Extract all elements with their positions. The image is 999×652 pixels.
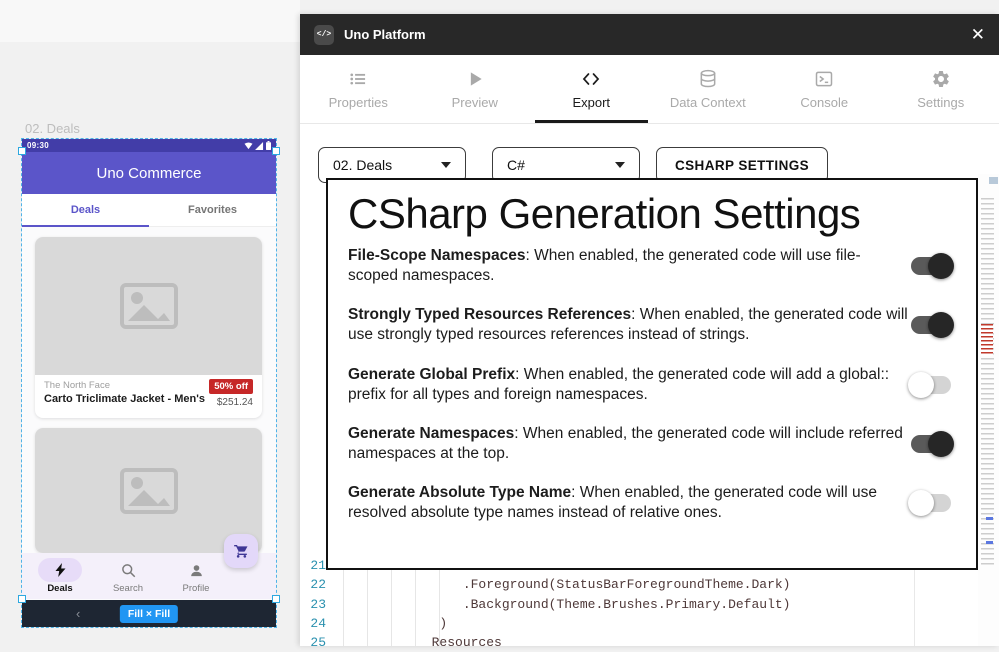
window-title-bar: </> Uno Platform ✕ [300,14,999,55]
battery-icon [266,141,271,150]
setting-row-file-scope-namespaces: File-Scope Namespaces: When enabled, the… [348,246,954,286]
uno-logo-icon: </> [314,25,334,45]
selection-handle-bottom-right[interactable] [272,595,280,603]
setting-row-generate-global-prefix: Generate Global Prefix: When enabled, th… [348,365,954,405]
product-image-placeholder [35,237,262,375]
selection-handle-bottom-left[interactable] [18,595,26,603]
minimap-mark-blue [986,541,993,544]
tab-console[interactable]: Console [766,55,883,123]
design-canvas: 02. Deals 09:30 Uno Commerce Deals Favor… [0,0,300,646]
close-icon[interactable]: ✕ [971,26,985,43]
database-icon [698,69,718,89]
phone-tab-bar: Deals Favorites [22,194,276,227]
toggle-generate-global-prefix[interactable] [908,372,954,398]
minimap-lines [981,198,994,566]
code-minimap[interactable] [978,174,999,646]
toggle-generate-absolute-type-name[interactable] [908,490,954,516]
image-placeholder-icon [120,283,178,329]
cart-icon [233,543,250,559]
tab-preview[interactable]: Preview [417,55,534,123]
nav-item-deals[interactable]: Deals [36,558,84,594]
selection-handle-top-right[interactable] [272,147,280,155]
csharp-settings-dialog: CSharp Generation Settings File-Scope Na… [326,178,978,570]
discount-badge: 50% off [209,379,253,394]
toggle-file-scope-namespaces[interactable] [908,253,954,279]
toggle-strongly-typed-resources[interactable] [908,312,954,338]
toggle-generate-namespaces[interactable] [908,431,954,457]
selection-handle-top-left[interactable] [18,147,26,155]
phone-preview[interactable]: 09:30 Uno Commerce Deals Favorites [22,139,276,627]
code-line: 22 .Foreground(StatusBarForegroundTheme.… [300,575,914,594]
setting-row-strongly-typed-resources: Strongly Typed Resources References: Whe… [348,305,954,345]
gear-icon [931,69,951,89]
nav-active-pill [38,558,82,582]
canvas-top-band [0,0,300,42]
minimap-slider[interactable] [989,177,998,184]
phone-app-title: Uno Commerce [96,165,201,182]
uno-platform-panel: </> Uno Platform ✕ Properties Preview Ex… [300,14,999,646]
back-chevron-icon[interactable]: ‹ [76,606,80,621]
nav-pill [174,558,218,582]
cart-fab[interactable] [224,534,258,568]
minimap-highlight-red [981,324,993,356]
bolt-icon [55,563,66,577]
code-icon [580,69,602,89]
phone-status-bar: 09:30 [22,139,276,152]
image-placeholder-icon [120,468,178,514]
play-icon [465,69,485,89]
nav-pill [106,558,150,582]
tab-properties[interactable]: Properties [300,55,417,123]
search-icon [121,563,136,578]
size-badge: Fill × Fill [120,605,178,623]
android-nav-bar: ‹ Fill × Fill [22,600,276,627]
terminal-icon [814,69,834,89]
status-time: 09:30 [27,141,49,150]
setting-row-generate-absolute-type-name: Generate Absolute Type Name: When enable… [348,483,954,523]
setting-row-generate-namespaces: Generate Namespaces: When enabled, the g… [348,424,954,464]
page-label[interactable]: 02. Deals [25,121,80,136]
tab-data-context[interactable]: Data Context [650,55,767,123]
tab-settings[interactable]: Settings [883,55,999,123]
code-line: 24 ) [300,614,914,633]
product-image-placeholder [35,428,262,553]
minimap-mark-blue [986,517,993,520]
wifi-icon [244,142,253,150]
chevron-down-icon [441,162,451,168]
phone-tab-favorites[interactable]: Favorites [149,194,276,226]
code-line: 23 .Background(Theme.Brushes.Primary.Def… [300,595,914,614]
phone-app-bar: Uno Commerce [22,152,276,194]
product-card[interactable] [35,428,262,553]
nav-item-profile[interactable]: Profile [172,558,220,594]
product-info: The North Face Carto Triclimate Jacket -… [35,375,262,418]
window-title: Uno Platform [344,27,426,42]
tab-export[interactable]: Export [533,55,650,123]
list-icon [348,69,368,89]
profile-icon [189,563,204,578]
phone-tab-deals[interactable]: Deals [22,194,149,226]
nav-item-search[interactable]: Search [104,558,152,594]
dialog-title: CSharp Generation Settings [348,190,954,238]
signal-icon [255,142,264,150]
chevron-down-icon [615,162,625,168]
product-card[interactable]: The North Face Carto Triclimate Jacket -… [35,237,262,418]
product-price: $251.24 [217,397,253,408]
main-tab-bar: Properties Preview Export Data Context [300,55,999,124]
code-line: 25 Resources [300,633,914,652]
